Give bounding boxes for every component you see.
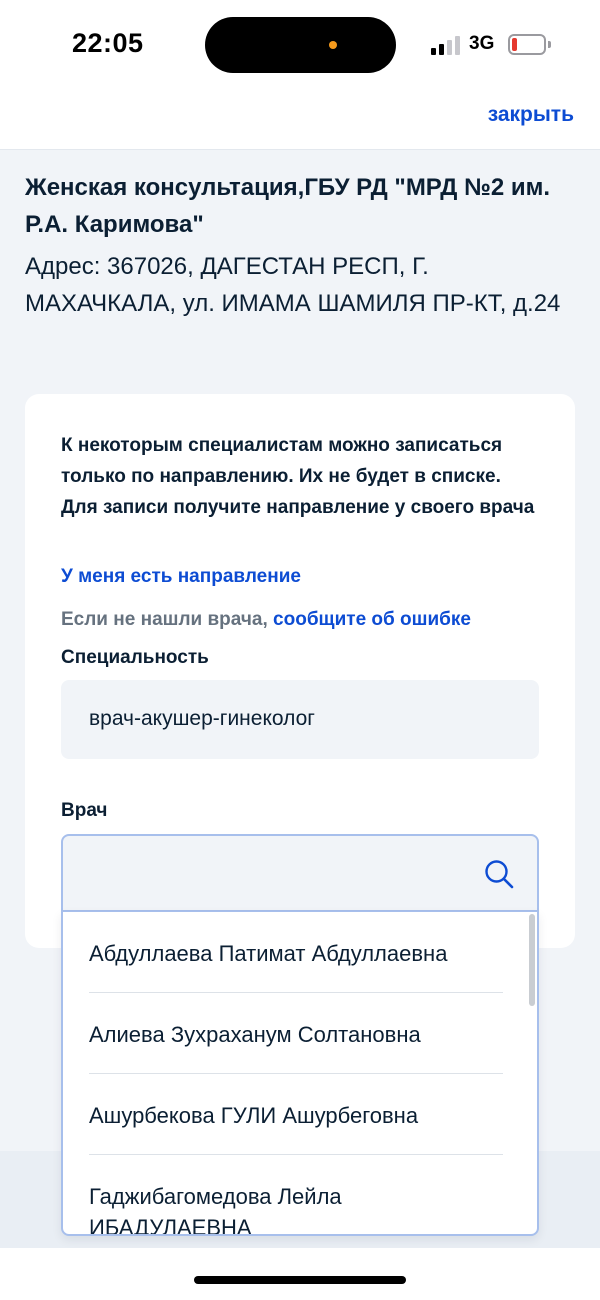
doctor-search-input[interactable] xyxy=(63,836,463,910)
home-indicator[interactable] xyxy=(194,1276,406,1284)
battery-tip xyxy=(548,41,551,48)
close-link[interactable]: закрыть xyxy=(488,103,574,127)
doctor-option-line: Гаджибагомедова Лейла xyxy=(89,1184,342,1209)
top-bar: закрыть xyxy=(0,92,600,150)
status-time: 22:05 xyxy=(72,28,144,58)
doctor-search-field[interactable] xyxy=(61,834,539,912)
report-error-text: Если не нашли врача, xyxy=(61,609,268,630)
status-bar: 22:05 3G xyxy=(0,0,600,92)
doctor-option[interactable]: Алиева Зухраханум Солтановна xyxy=(89,1022,503,1048)
cellular-signal-icon xyxy=(431,35,461,55)
organization-address: Адрес: 367026, ДАГЕСТАН РЕСП, Г. МАХАЧКА… xyxy=(25,253,561,317)
specialty-label: Специальность xyxy=(61,647,209,668)
battery-icon xyxy=(508,34,546,55)
have-referral-link[interactable]: У меня есть направление xyxy=(61,566,301,588)
dynamic-island xyxy=(205,17,396,73)
report-error-link[interactable]: сообщите об ошибке xyxy=(273,609,471,630)
report-error-line: Если не нашли врача, сообщите об ошибке xyxy=(61,609,471,631)
doctor-option[interactable]: Гаджибагомедова Лейла ИБАДУЛАЕВНА xyxy=(89,1184,503,1236)
battery-level xyxy=(512,38,517,51)
search-icon[interactable] xyxy=(483,858,515,890)
network-type: 3G xyxy=(469,33,495,54)
organization-name: Женская консультация,ГБУ РД "МРД №2 им. … xyxy=(25,174,551,238)
privacy-indicator-dot xyxy=(329,41,337,49)
referral-notice: К некоторым специалистам можно записатьс… xyxy=(61,435,535,518)
doctor-option[interactable]: Ашурбекова ГУЛИ Ашурбеговна xyxy=(89,1103,503,1129)
option-divider xyxy=(89,1154,503,1155)
doctor-label: Врач xyxy=(61,800,108,821)
specialty-field[interactable]: врач-акушер-гинеколог xyxy=(61,680,539,759)
dropdown-scrollbar[interactable] xyxy=(529,914,535,1006)
option-divider xyxy=(89,992,503,993)
option-divider xyxy=(89,1073,503,1074)
doctor-dropdown: Абдуллаева Патимат Абдуллаевна Алиева Зу… xyxy=(61,911,539,1236)
doctor-option[interactable]: Абдуллаева Патимат Абдуллаевна xyxy=(89,941,503,967)
doctor-option-line: ИБАДУЛАЕВНА xyxy=(89,1215,252,1236)
bottom-bar xyxy=(0,1248,600,1300)
